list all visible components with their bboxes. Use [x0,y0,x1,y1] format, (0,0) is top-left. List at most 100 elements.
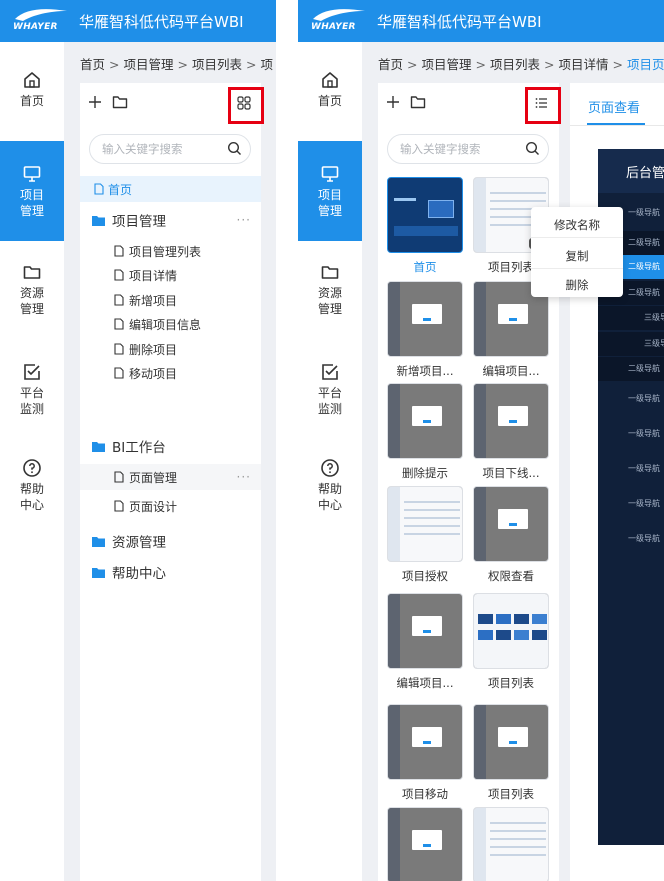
breadcrumb-item[interactable]: 项目详情 [559,57,609,72]
preview-menu-item: 一级导航 [628,534,660,543]
breadcrumb-item[interactable]: 首页 [378,57,403,72]
thumb-label: 项目授权 [402,569,448,583]
screenshot-right: WHAYER 华雁智科低代码平台WBI 首页 项目管理 资源管理 平台监测 帮助… [298,0,664,881]
nav-item-project[interactable]: 项目管理 [298,141,362,241]
tree-item[interactable]: 项目管理列表 [80,240,261,262]
panel-gap [276,0,298,881]
tree-item[interactable]: 编辑项目信息 [80,313,261,335]
help-icon [23,459,41,477]
folder-icon [321,266,339,279]
checkbox-icon [322,364,338,380]
tree-item-label: 编辑项目信息 [129,317,202,332]
nav-label: 首页 [19,94,44,108]
page-thumbnail[interactable] [473,593,549,669]
nav-label: 项目管理 [19,187,44,218]
page-thumbnail[interactable] [387,486,463,562]
app-title: 华雁智科低代码平台WBI [79,12,244,31]
new-folder-icon[interactable] [112,95,128,109]
nav-label: 资源管理 [19,286,44,316]
whayer-logo: WHAYER [311,7,367,35]
preview-pane: 页面查看 后台管 一级导航二级导航二级导航二级导航三级导三级导二级导航一级导航一… [570,83,664,881]
page-thumbnail[interactable] [387,383,463,459]
page-thumbnail[interactable] [473,704,549,780]
new-folder-icon[interactable] [410,95,426,109]
tree-folder-help[interactable]: 帮助中心 [80,559,261,585]
page-thumbnail[interactable] [473,807,549,881]
menu-item-copy[interactable]: 复制 [531,248,623,264]
tree-item[interactable]: 新增项目 [80,289,261,311]
tree-item[interactable]: 项目详情 [80,264,261,286]
breadcrumb-item[interactable]: 项目管理 [422,57,472,72]
nav-item-help[interactable]: 帮助中心 [298,458,362,513]
file-icon [114,471,124,483]
page-thumbnail[interactable] [387,807,463,881]
monitor-icon [321,165,339,182]
folder-icon [92,441,105,452]
page-thumbnail[interactable] [387,704,463,780]
nav-label: 资源管理 [317,286,342,316]
preview-menu-item: 二级导航 [598,357,664,381]
nav-item-monitor[interactable]: 平台监测 [0,362,64,417]
whayer-logo: WHAYER [13,7,69,35]
nav-item-project[interactable]: 项目管理 [0,141,64,241]
nav-item-home[interactable]: 首页 [0,70,64,109]
page-thumbnail[interactable] [473,383,549,459]
search-icon[interactable] [227,141,242,156]
tree-item-page-manage[interactable]: 页面管理 ··· [80,464,261,490]
tree-item-label: 删除项目 [129,342,178,357]
thumb-label: 新增项目... [396,364,454,378]
breadcrumb-item[interactable]: 项 [261,57,274,72]
tab-divider [570,125,664,126]
menu-item-delete[interactable]: 删除 [531,277,623,293]
home-icon [24,72,40,88]
more-icon[interactable]: ··· [237,470,251,484]
tree-item-home[interactable]: 首页 [80,176,261,202]
nav-label: 项目管理 [317,187,342,218]
breadcrumb-item[interactable]: 项目列表 [490,57,540,72]
folder-icon [23,266,41,279]
top-bar: WHAYER 华雁智科低代码平台WBI [0,0,276,42]
nav-label: 首页 [317,94,342,108]
nav-item-resource[interactable]: 资源管理 [0,262,64,317]
main-content: 首页>项目管理>项目列表>项目详情>项目页 输入关键字搜索 首页···项目列表新… [362,42,664,881]
add-icon[interactable] [386,95,400,109]
breadcrumb-item[interactable]: 项目列表 [192,57,242,72]
search-input[interactable]: 输入关键字搜索 [387,134,549,164]
main-content: 首页>项目管理>项目列表>项 输入关键字搜索 首页 项目管理 ··· [64,42,276,881]
home-icon [322,72,338,88]
preview-menu-item: 一级导航 [628,499,660,508]
nav-item-home[interactable]: 首页 [298,70,362,109]
file-icon [114,343,124,355]
tree-item[interactable]: 移动项目 [80,362,261,384]
checkbox-icon [24,364,40,380]
tree-folder-bi[interactable]: BI工作台 [80,433,261,459]
tree-item[interactable]: 删除项目 [80,338,261,360]
search-input[interactable]: 输入关键字搜索 [89,134,251,164]
preview-header: 后台管 [598,149,664,193]
page-thumbnail[interactable] [473,486,549,562]
search-icon[interactable] [525,141,540,156]
page-thumb-panel: 输入关键字搜索 首页···项目列表新增项目...编辑项目...删除提示项目下线.… [378,83,559,881]
tree-folder-project[interactable]: 项目管理 ··· [80,207,261,233]
file-icon [114,245,124,257]
page-thumbnail[interactable] [387,281,463,357]
nav-item-help[interactable]: 帮助中心 [0,458,64,513]
thumb-label: 项目列表 [488,676,534,690]
add-icon[interactable] [88,95,102,109]
help-icon [321,459,339,477]
breadcrumb-item[interactable]: 首页 [80,57,105,72]
folder-icon [92,536,105,547]
tree-item-label: 新增项目 [129,293,178,308]
menu-item-rename[interactable]: 修改名称 [531,217,623,233]
tab-page-view[interactable]: 页面查看 [588,97,640,116]
tree-item-page-design[interactable]: 页面设计 [80,493,261,519]
breadcrumb-item[interactable]: 项目管理 [124,57,174,72]
page-thumbnail[interactable] [387,177,463,253]
nav-item-monitor[interactable]: 平台监测 [298,362,362,417]
more-icon[interactable]: ··· [237,213,251,227]
tree-folder-resource[interactable]: 资源管理 [80,528,261,554]
nav-item-resource[interactable]: 资源管理 [298,262,362,317]
thumb-label: 权限查看 [488,569,534,583]
page-thumbnail[interactable] [387,593,463,669]
thumb-label: 项目下线... [482,466,540,480]
